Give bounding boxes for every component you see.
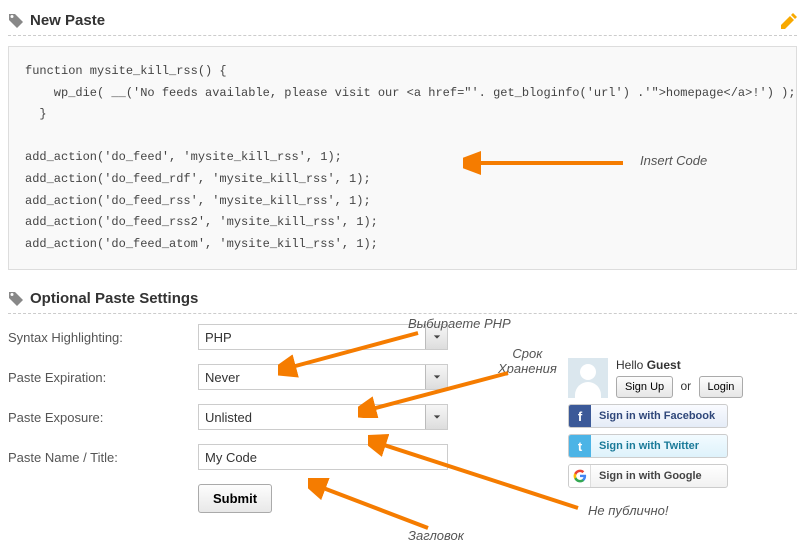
pencil-icon[interactable] (781, 13, 797, 29)
twitter-icon: t (569, 435, 591, 457)
expiration-select[interactable] (198, 364, 448, 390)
avatar (568, 358, 608, 398)
account-sidebar: Hello Guest Sign Up or Login f Sign in w… (568, 358, 748, 494)
google-signin-button[interactable]: Sign in with Google (568, 464, 728, 488)
settings-header: Optional Paste Settings (8, 286, 797, 314)
guest-name: Guest (647, 358, 681, 372)
tag-icon (8, 291, 24, 307)
submit-button[interactable]: Submit (198, 484, 272, 513)
signup-button[interactable]: Sign Up (616, 376, 673, 398)
login-button[interactable]: Login (699, 376, 744, 398)
paste-name-input[interactable] (198, 444, 448, 470)
syntax-label: Syntax Highlighting: (8, 330, 198, 345)
annotation-title: Загловок (408, 528, 464, 543)
or-text: or (680, 379, 691, 393)
exposure-select[interactable] (198, 404, 448, 430)
tag-icon (8, 13, 24, 29)
new-paste-title: New Paste (30, 12, 775, 29)
facebook-signin-button[interactable]: f Sign in with Facebook (568, 404, 728, 428)
name-label: Paste Name / Title: (8, 450, 198, 465)
exposure-label: Paste Exposure: (8, 410, 198, 425)
hello-text: Hello (616, 358, 647, 372)
twitter-signin-button[interactable]: t Sign in with Twitter (568, 434, 728, 458)
settings-title: Optional Paste Settings (30, 290, 797, 307)
google-icon (569, 465, 591, 487)
facebook-icon: f (569, 405, 591, 427)
new-paste-header: New Paste (8, 8, 797, 36)
paste-code-area[interactable]: function mysite_kill_rss() { wp_die( __(… (8, 46, 797, 270)
expiration-label: Paste Expiration: (8, 370, 198, 385)
syntax-select[interactable] (198, 324, 448, 350)
